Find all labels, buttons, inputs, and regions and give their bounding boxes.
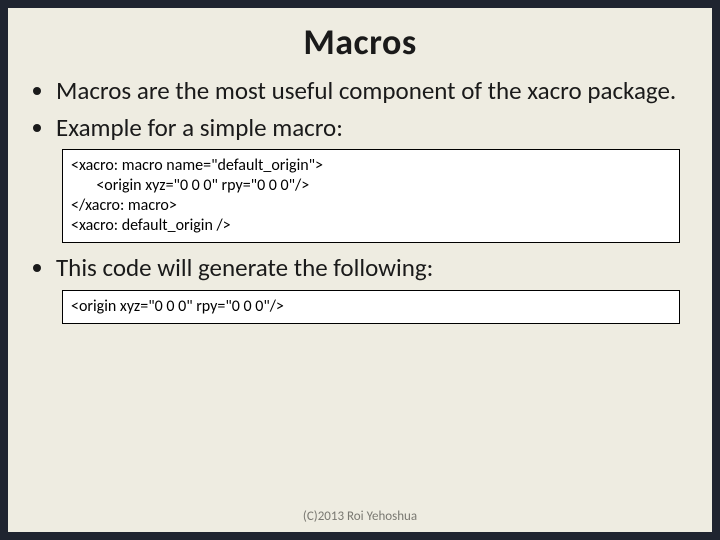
slide-title: Macros: [8, 8, 712, 66]
bullet-list: This code will generate the following:: [28, 253, 692, 284]
slide-footer: (C)2013 Roi Yehoshua: [8, 509, 712, 524]
code-box-macro: <xacro: macro name="default_origin"> <or…: [62, 149, 680, 243]
bullet-item: Example for a simple macro:: [56, 113, 692, 144]
bullet-item: This code will generate the following:: [56, 253, 692, 284]
slide-frame: Macros Macros are the most useful compon…: [0, 0, 720, 540]
code-box-output: <origin xyz="0 0 0" rpy="0 0 0"/>: [62, 290, 680, 324]
bullet-list: Macros are the most useful component of …: [28, 76, 692, 143]
bullet-item: Macros are the most useful component of …: [56, 76, 692, 107]
slide-body: Macros Macros are the most useful compon…: [8, 8, 712, 532]
slide-content: Macros are the most useful component of …: [8, 66, 712, 324]
